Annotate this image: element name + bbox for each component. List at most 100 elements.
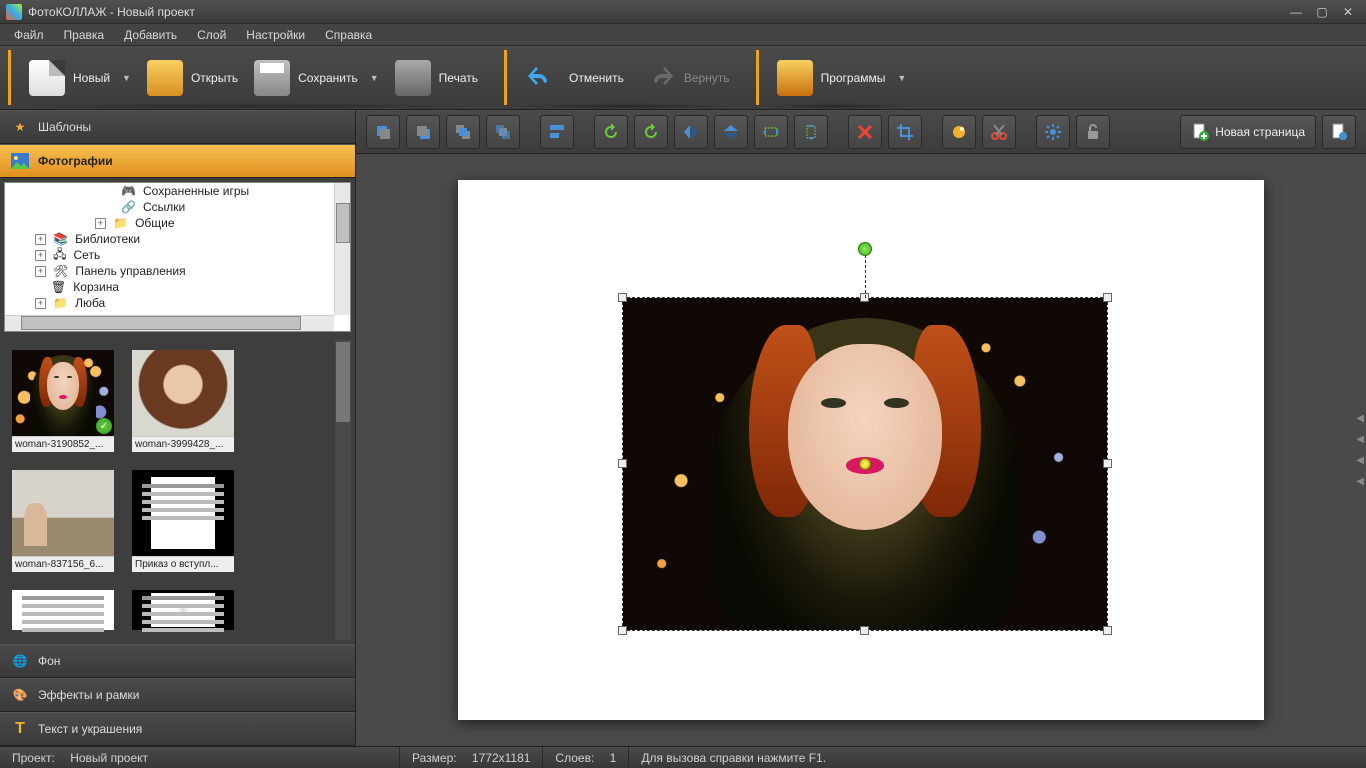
open-label: Открыть — [191, 71, 238, 85]
resize-handle-tr[interactable] — [1103, 293, 1112, 302]
floppy-disk-icon — [254, 60, 290, 96]
close-button[interactable]: ✕ — [1336, 4, 1360, 20]
settings-button[interactable] — [1036, 115, 1070, 149]
tree-item-user[interactable]: + 📁 Люба — [5, 295, 350, 311]
cut-button[interactable] — [982, 115, 1016, 149]
adjust-button[interactable] — [942, 115, 976, 149]
open-button[interactable]: Открыть — [139, 56, 246, 100]
bring-front-button[interactable] — [446, 115, 480, 149]
rotation-handle[interactable] — [858, 242, 872, 256]
crop-button[interactable] — [888, 115, 922, 149]
thumbnail-item[interactable]: woman-837156_6... — [12, 470, 114, 572]
panel-background[interactable]: 🌐 Фон — [0, 644, 355, 678]
canvas-viewport[interactable]: ◀ ◀ ◀ ◀ — [356, 154, 1366, 746]
thumbnail-item[interactable]: ◉ — [132, 590, 234, 630]
menu-settings[interactable]: Настройки — [236, 25, 315, 45]
print-button[interactable]: Печать — [387, 56, 486, 100]
rotate-right-button[interactable] — [634, 115, 668, 149]
menu-file[interactable]: Файл — [4, 25, 54, 45]
menu-help[interactable]: Справка — [315, 25, 382, 45]
tree-item-shared[interactable]: + 📁 Общие — [5, 215, 350, 231]
resize-handle-tl[interactable] — [618, 293, 627, 302]
expand-icon[interactable]: + — [35, 250, 46, 261]
thumbnail-item[interactable]: Приказ о вступл... — [132, 470, 234, 572]
folder-tree[interactable]: 🎮 Сохраненные игры 🔗 Ссылки + 📁 Общие + … — [4, 182, 351, 332]
flip-horizontal-button[interactable] — [674, 115, 708, 149]
menu-edit[interactable]: Правка — [54, 25, 115, 45]
bring-forward-button[interactable] — [366, 115, 400, 149]
thumbnail-item[interactable]: woman-3999428_... — [132, 350, 234, 452]
panel-effects[interactable]: 🎨 Эффекты и рамки — [0, 678, 355, 712]
status-size: Размер: 1772x1181 — [400, 747, 543, 768]
control-panel-icon: 🛠 — [53, 264, 68, 278]
expand-icon[interactable]: + — [95, 218, 106, 229]
tree-item-links[interactable]: 🔗 Ссылки — [5, 199, 350, 215]
folder-icon: 📁 — [113, 216, 128, 230]
page[interactable] — [458, 180, 1264, 720]
send-backward-button[interactable] — [406, 115, 440, 149]
expand-icon[interactable]: + — [35, 234, 46, 245]
save-button[interactable]: Сохранить ▼ — [246, 56, 387, 100]
tree-item-network[interactable]: + 🖧 Сеть — [5, 247, 350, 263]
delete-button[interactable] — [848, 115, 882, 149]
panel-photos-label: Фотографии — [38, 154, 113, 168]
resize-handle-br[interactable] — [1103, 626, 1112, 635]
printer-icon — [395, 60, 431, 96]
resize-handle-bm[interactable] — [860, 626, 869, 635]
folder-icon: 📁 — [53, 296, 68, 310]
chevron-down-icon[interactable]: ▼ — [122, 73, 131, 83]
align-button[interactable] — [540, 115, 574, 149]
tree-item-control-panel[interactable]: + 🛠 Панель управления — [5, 263, 350, 279]
thumbnail-item[interactable]: ✓ woman-3190852_... — [12, 350, 114, 452]
chevron-left-icon[interactable]: ◀ — [1356, 476, 1364, 487]
resize-handle-mr[interactable] — [1103, 459, 1112, 468]
page-add-icon — [1191, 123, 1209, 141]
flip-vertical-button[interactable] — [714, 115, 748, 149]
panel-text[interactable]: T Текст и украшения — [0, 712, 355, 746]
rotation-stem — [865, 250, 866, 298]
maximize-button[interactable]: ▢ — [1310, 4, 1334, 20]
programs-button[interactable]: Программы ▼ — [769, 56, 915, 100]
chevron-down-icon[interactable]: ▼ — [897, 73, 906, 83]
chevron-left-icon[interactable]: ◀ — [1356, 434, 1364, 445]
undo-button[interactable]: Отменить — [517, 56, 632, 100]
resize-handle-bl[interactable] — [618, 626, 627, 635]
panel-templates[interactable]: ★ Шаблоны — [0, 110, 355, 144]
thumbnail-scrollbar[interactable] — [335, 340, 351, 640]
tree-scrollbar-vertical[interactable] — [334, 183, 350, 315]
expand-icon[interactable]: + — [35, 266, 46, 277]
new-button[interactable]: Новый ▼ — [21, 56, 139, 100]
status-project: Проект: Новый проект — [0, 747, 400, 768]
center-point-handle[interactable] — [859, 458, 871, 470]
tree-item-saved-games[interactable]: 🎮 Сохраненные игры — [5, 183, 350, 199]
resize-handle-ml[interactable] — [618, 459, 627, 468]
photo-icon — [10, 151, 30, 171]
expand-icon[interactable]: + — [35, 298, 46, 309]
minimize-button[interactable]: — — [1284, 4, 1308, 20]
new-page-button[interactable]: Новая страница — [1180, 115, 1316, 149]
fit-height-button[interactable] — [794, 115, 828, 149]
side-expander[interactable]: ◀ ◀ ◀ ◀ — [1356, 413, 1364, 487]
redo-label: Вернуть — [684, 71, 730, 85]
send-back-button[interactable] — [486, 115, 520, 149]
chevron-left-icon[interactable]: ◀ — [1356, 455, 1364, 466]
lock-button[interactable] — [1076, 115, 1110, 149]
menu-layer[interactable]: Слой — [187, 25, 236, 45]
panel-photos[interactable]: Фотографии — [0, 144, 355, 178]
redo-button[interactable]: Вернуть — [632, 56, 738, 100]
chevron-left-icon[interactable]: ◀ — [1356, 413, 1364, 424]
tree-scrollbar-horizontal[interactable] — [5, 315, 334, 331]
chevron-down-icon[interactable]: ▼ — [370, 73, 379, 83]
rotate-left-button[interactable] — [594, 115, 628, 149]
thumbnail-item[interactable] — [12, 590, 114, 630]
menubar: Файл Правка Добавить Слой Настройки Спра… — [0, 24, 1366, 46]
fit-width-button[interactable] — [754, 115, 788, 149]
status-help: Для вызова справки нажмите F1. — [629, 747, 1366, 768]
page-settings-button[interactable] — [1322, 115, 1356, 149]
link-icon: 🔗 — [121, 200, 136, 214]
selection-box[interactable] — [622, 297, 1108, 631]
status-layers: Слоев: 1 — [543, 747, 629, 768]
menu-add[interactable]: Добавить — [114, 25, 187, 45]
tree-item-recycle[interactable]: 🗑 Корзина — [5, 279, 350, 295]
thumbnail-grid: ✓ woman-3190852_... woman-3999428_... wo… — [4, 340, 351, 640]
